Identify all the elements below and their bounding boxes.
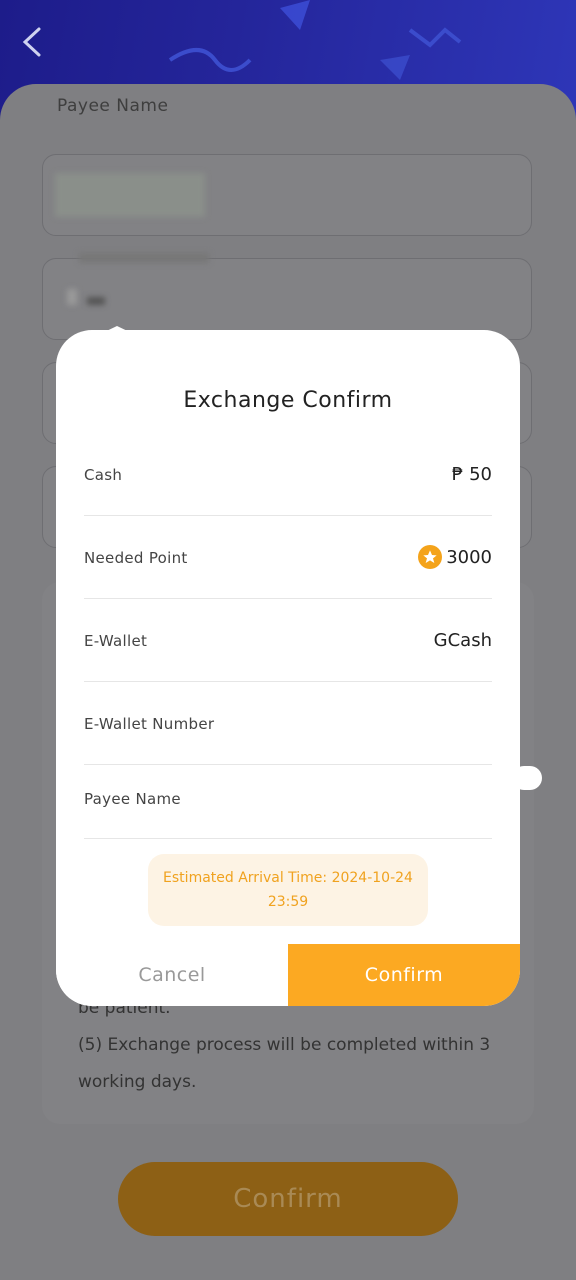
star-coin-icon — [418, 545, 443, 569]
payee-name-input[interactable] — [42, 154, 532, 236]
row-label: E-Wallet Number — [84, 715, 215, 733]
chevron-left-icon — [22, 27, 41, 57]
needed-point-value: 3000 — [418, 545, 492, 569]
row-cash: Cash ₱ 50 — [84, 434, 492, 516]
row-ewallet: E-Wallet GCash — [84, 600, 492, 682]
row-label: Cash — [84, 466, 123, 484]
row-value-text: ₱ 50 — [451, 464, 492, 485]
exchange-confirm-dialog: Exchange Confirm Cash ₱ 50 Needed Point … — [56, 330, 520, 1006]
estimated-arrival-time: Estimated Arrival Time: 2024-10-24 23:59 — [148, 854, 428, 926]
row-value-text: 3000 — [446, 546, 492, 568]
blurred-content — [87, 297, 105, 305]
confirm-button[interactable]: Confirm — [118, 1162, 458, 1236]
blurred-content — [67, 289, 77, 305]
row-ewallet-number: E-Wallet Number — [84, 683, 492, 765]
cash-value: ₱ 50 — [452, 464, 492, 485]
row-label: E-Wallet — [84, 632, 148, 650]
note-line: working days. — [78, 1072, 197, 1092]
dialog-title: Exchange Confirm — [183, 388, 393, 413]
blurred-content — [79, 253, 209, 263]
payee-name-label: Payee Name — [57, 96, 169, 116]
row-needed-point: Needed Point 3000 — [84, 517, 492, 599]
row-payee-name: Payee Name — [84, 756, 492, 839]
row-label: Needed Point — [84, 549, 188, 567]
blurred-content — [55, 173, 205, 217]
note-line: (5) Exchange process will be completed w… — [78, 1035, 491, 1055]
row-label: Payee Name — [84, 790, 181, 808]
back-button[interactable] — [14, 22, 50, 62]
cancel-button[interactable]: Cancel — [56, 944, 288, 1006]
ewallet-value: GCash — [434, 630, 492, 651]
row-value-text: GCash — [433, 630, 492, 651]
dialog-confirm-button[interactable]: Confirm — [288, 944, 520, 1006]
